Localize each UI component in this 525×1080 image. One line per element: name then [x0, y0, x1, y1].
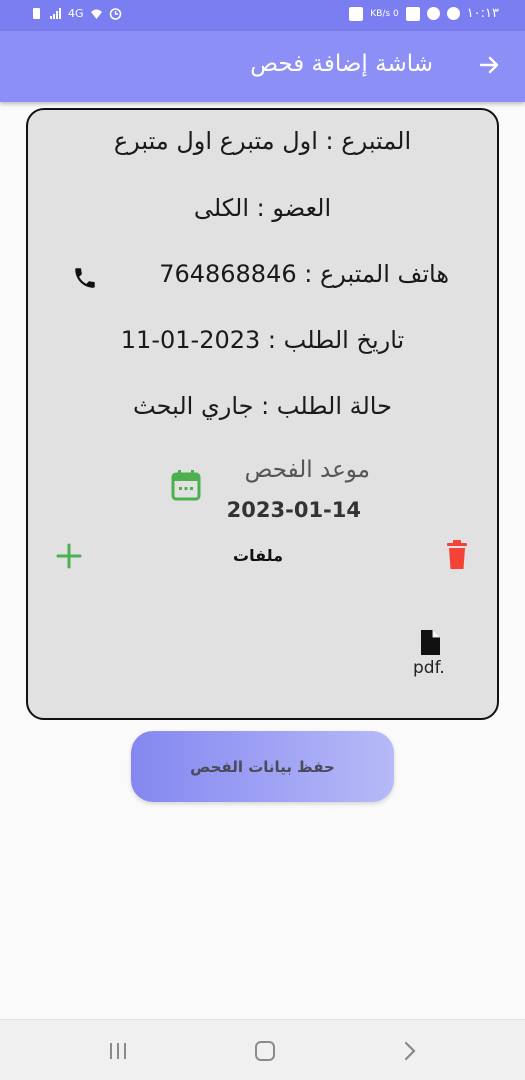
- gallery-icon: [349, 6, 364, 21]
- wifi-icon: [90, 7, 103, 20]
- pdf-file-icon[interactable]: [419, 629, 441, 656]
- app-bar: شاشة إضافة فحص: [0, 31, 525, 102]
- alarm-icon: [109, 7, 122, 20]
- request-status: حالة الطلب : جاري البحث: [133, 392, 392, 420]
- network-type: 4G: [68, 7, 84, 20]
- exam-appointment-label: موعد الفحص: [244, 457, 370, 483]
- system-nav-bar: [0, 1019, 525, 1080]
- organ: العضو : الكلى: [193, 194, 332, 222]
- network-speed: KB/s 0: [370, 8, 399, 19]
- donor-name: المتبرع : اول متبرع اول متبرع: [113, 127, 412, 155]
- notification-icon: [446, 7, 460, 20]
- home-icon[interactable]: [255, 1041, 275, 1061]
- add-file-icon[interactable]: [56, 543, 82, 569]
- clock: ١٠:١٣: [466, 6, 499, 21]
- files-label: ملفات: [233, 546, 284, 565]
- request-date: تاريخ الطلب : 2023-01-11: [120, 326, 405, 354]
- exam-appointment-date[interactable]: 2023-01-14: [227, 498, 361, 522]
- signal-icon: [49, 7, 62, 20]
- save-exam-button[interactable]: حفظ بيانات الفحص: [131, 731, 394, 802]
- app-v-icon: [405, 6, 420, 21]
- donor-phone: هاتف المتبرع : 764868846: [159, 260, 449, 288]
- file-extension: pdf.: [413, 658, 445, 678]
- battery-icon: [30, 7, 43, 20]
- nav-back-icon[interactable]: [402, 1041, 418, 1061]
- exam-card: المتبرع : اول متبرع اول متبرع العضو : ال…: [26, 108, 499, 720]
- back-arrow-icon[interactable]: [477, 53, 501, 77]
- status-bar: 4G KB/s 0 ١٠:١٣: [0, 0, 525, 31]
- sync-icon: [426, 7, 440, 20]
- delete-icon[interactable]: [444, 539, 470, 571]
- calendar-icon[interactable]: [171, 469, 201, 501]
- page-title: شاشة إضافة فحص: [250, 51, 433, 77]
- recents-icon[interactable]: [108, 1042, 128, 1060]
- phone-icon[interactable]: [72, 265, 98, 291]
